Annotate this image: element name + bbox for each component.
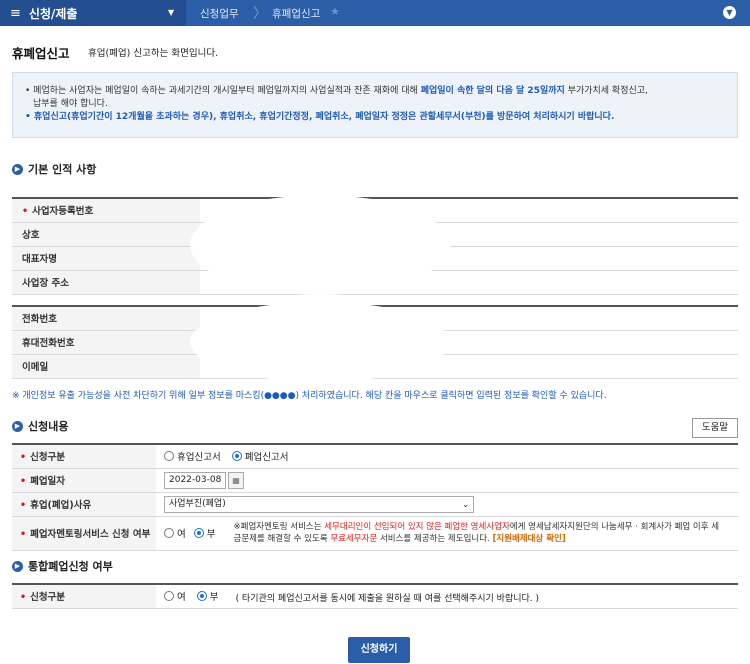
page-subtitle: 휴업(폐업) 신고하는 화면입니다.	[88, 48, 219, 59]
merge-type-cell: 여 부 ( 타기관의 폐업신고서를 동시에 제출을 원하실 때 여를 선택해주시…	[156, 584, 738, 609]
breadcrumb-apply-work[interactable]: 신청업무	[200, 6, 239, 21]
section-bullet-icon: ▶	[12, 420, 23, 432]
main-menu-label: 신청/제출	[28, 6, 78, 21]
notice-text-2: 휴업신고(휴업기간이 12개월을 초과하는 경우), 휴업취소, 휴업기간정정,…	[33, 112, 615, 122]
section-request-title: ▶ 신청내용	[12, 418, 68, 434]
request-table: • 신청구분 휴업신고서 폐업신고서 • 폐업일자 2022-03-08 ▦ • 휴업(…	[12, 443, 738, 551]
field-label-address: 사업장 주소	[12, 270, 200, 295]
field-label-closure-date: • 폐업일자	[12, 468, 156, 493]
field-label-email: 이메일	[12, 354, 200, 379]
table-row: • 폐업일자 2022-03-08 ▦	[12, 468, 738, 493]
radio-merge-yes[interactable]: 여	[164, 589, 186, 603]
merge-table: • 신청구분 여 부 ( 타기관의 폐업신고서를 동시에 제출을 원하실 때 여를…	[12, 583, 738, 609]
notice-highlight: 폐업일이 속한 달의 다음 달 25일까지	[420, 86, 565, 96]
radio-mentoring-yes[interactable]: 여	[164, 526, 186, 540]
notice-line-2: • 휴업신고(휴업기간이 12개월을 초과하는 경우), 휴업취소, 휴업기간정…	[25, 112, 615, 122]
field-label-reason: • 휴업(폐업)사유	[12, 492, 156, 517]
field-label-mobile: 휴대전화번호	[12, 330, 200, 355]
radio-suspension-report[interactable]: 휴업신고서	[164, 449, 221, 463]
field-label-phone: 전화번호	[12, 306, 200, 331]
help-button[interactable]: 도움말	[692, 418, 738, 438]
closure-date-cell: 2022-03-08 ▦	[156, 468, 738, 493]
privacy-mask	[190, 302, 450, 382]
field-label-representative: 대표자명	[12, 246, 200, 271]
table-row: • 폐업자멘토링서비스 신청 여부 여 부 ※폐업자멘토링 서비스는 세무대리인이…	[12, 516, 738, 551]
mentoring-note: ※폐업자멘토링 서비스는 세무대리인이 선임되어 있지 않은 폐업한 영세사업자…	[233, 522, 720, 544]
masking-notice: ※ 개인정보 유출 가능성을 사전 차단하기 위해 일부 정보를 마스킹(●●●…	[12, 391, 607, 401]
calendar-icon[interactable]: ▦	[228, 471, 244, 489]
radio-mentoring-no[interactable]: 부	[193, 526, 216, 540]
top-navigation-bar: ≡ 신청/제출 ▼ 신청업무 〉 휴폐업신고 ★ ▼	[0, 0, 750, 26]
mentoring-cell: 여 부 ※폐업자멘토링 서비스는 세무대리인이 선임되어 있지 않은 폐업한 영…	[156, 516, 738, 551]
exclusion-check-link[interactable]: [지원배제대상 확인]	[492, 534, 565, 544]
page-title: 휴폐업신고	[12, 46, 70, 61]
notice-box: • 폐업하는 사업자는 폐업일이 속하는 과세기간의 개시일부터 폐업일까지의 …	[12, 72, 738, 138]
reason-cell: 사업부진(폐업) ⌄	[156, 492, 738, 517]
dropdown-arrow-icon: ▼	[168, 8, 175, 17]
breadcrumb-separator-icon: 〉	[253, 6, 267, 22]
field-label-merge-type: • 신청구분	[12, 584, 156, 609]
radio-merge-no[interactable]: 부	[196, 589, 219, 603]
table-row: • 휴업(폐업)사유 사업부진(폐업) ⌄	[12, 492, 738, 517]
privacy-mask	[190, 195, 450, 295]
section-bullet-icon: ▶	[12, 560, 23, 572]
favorite-star-icon[interactable]: ★	[330, 5, 340, 18]
notice-line-1: • 폐업하는 사업자는 폐업일이 속하는 과세기간의 개시일부터 폐업일까지의 …	[25, 86, 648, 96]
notice-line-1b: 납부를 해야 합니다.	[33, 99, 108, 109]
merge-note: ( 타기관의 폐업신고서를 동시에 제출을 원하실 때 여를 선택해주시기 바랍…	[235, 593, 540, 604]
chevron-down-icon: ⌄	[462, 499, 469, 509]
hamburger-icon: ≡	[10, 5, 21, 21]
table-row: • 신청구분 여 부 ( 타기관의 폐업신고서를 동시에 제출을 원하실 때 여를…	[12, 584, 738, 609]
field-label-company-name: 상호	[12, 222, 200, 247]
radio-closure-report[interactable]: 폐업신고서	[231, 449, 288, 463]
notice-text: 부가가치세 확정신고,	[564, 86, 648, 96]
request-type-group: 휴업신고서 폐업신고서	[156, 444, 738, 469]
submit-button[interactable]: 신청하기	[348, 637, 410, 663]
reason-select[interactable]: 사업부진(폐업) ⌄	[164, 495, 474, 513]
section-bullet-icon: ▶	[12, 163, 23, 175]
main-menu-button[interactable]: ≡ 신청/제출 ▼	[0, 0, 186, 26]
field-label-mentoring: • 폐업자멘토링서비스 신청 여부	[12, 516, 156, 551]
section-merge-title: ▶ 통합폐업신청 여부	[12, 558, 113, 574]
breadcrumb-closure-report[interactable]: 휴폐업신고	[272, 6, 320, 21]
notice-text: 폐업하는 사업자는 폐업일이 속하는 과세기간의 개시일부터 폐업일까지의 사업…	[33, 86, 421, 96]
field-label-request-type: • 신청구분	[12, 444, 156, 469]
closure-date-input[interactable]: 2022-03-08	[164, 471, 226, 489]
table-row: • 신청구분 휴업신고서 폐업신고서	[12, 444, 738, 469]
field-label-business-number: • 사업자등록번호	[12, 198, 200, 223]
section-basic-info-title: ▶ 기본 인적 사항	[12, 161, 96, 177]
collapse-toggle-icon[interactable]: ▼	[723, 6, 736, 19]
